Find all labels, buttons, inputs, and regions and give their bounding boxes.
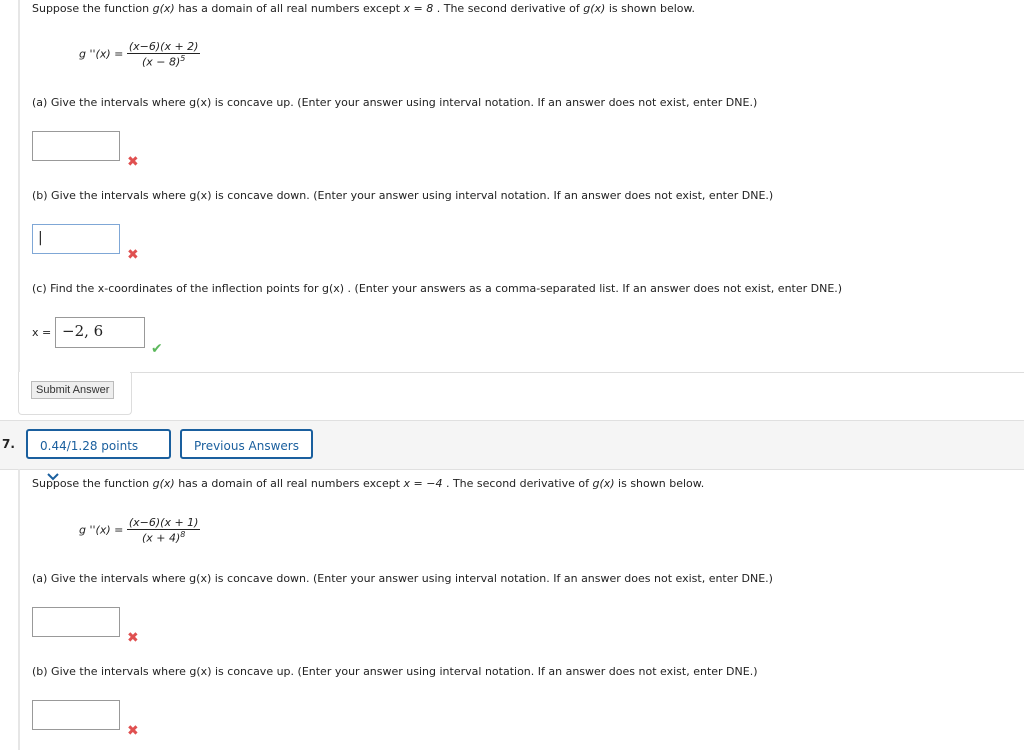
q7-deriv-exponent: 8 bbox=[180, 530, 186, 539]
q6-intro-fn2: g(x) bbox=[583, 2, 606, 15]
q6-part-c-input[interactable]: −2, 6 bbox=[55, 317, 145, 348]
q7-derivative: g ''(x) = (x−6)(x + 1) (x + 4)8 bbox=[79, 516, 201, 545]
q6-part-a-input[interactable] bbox=[32, 131, 120, 161]
q7-deriv-lhs: g ''(x) = bbox=[79, 523, 124, 537]
q7-intro-text-3: . The second derivative of bbox=[442, 477, 593, 490]
q6-intro-text-3: . The second derivative of bbox=[433, 2, 584, 15]
question-number: 7. bbox=[2, 437, 15, 451]
points-dropdown-button[interactable]: 0.44/1.28 points bbox=[26, 429, 171, 480]
q6-part-c-prompt: (c) Find the x-coordinates of the inflec… bbox=[32, 282, 843, 295]
q6-intro-x: x = 8 bbox=[403, 2, 434, 15]
q6-derivative: g ''(x) = (x−6)(x + 2) (x − 8)5 bbox=[79, 40, 201, 69]
q7-intro-fn2: g(x) bbox=[592, 477, 615, 490]
correct-check-icon: ✔ bbox=[151, 341, 163, 357]
q7-part-a-prompt: (a) Give the intervals where g(x) is con… bbox=[32, 572, 773, 585]
q7-intro-text: Suppose the function bbox=[32, 477, 153, 490]
divider bbox=[130, 372, 1024, 373]
q7-intro-fn: g(x) bbox=[152, 477, 175, 490]
q6-part-c-value: −2, 6 bbox=[62, 322, 104, 340]
q6-deriv-fraction: (x−6)(x + 2) (x − 8)5 bbox=[126, 40, 201, 69]
q7-deriv-denominator: (x + 4)8 bbox=[127, 530, 201, 545]
q6-deriv-exponent: 5 bbox=[180, 54, 186, 63]
incorrect-icon: ✖ bbox=[127, 154, 139, 170]
q7-part-b-input[interactable] bbox=[32, 700, 120, 730]
q7-deriv-fraction: (x−6)(x + 1) (x + 4)8 bbox=[126, 516, 201, 545]
q7-intro-text-2: has a domain of all real numbers except bbox=[174, 477, 404, 490]
q7-deriv-den-base: (x + 4) bbox=[141, 531, 181, 545]
q6-deriv-den-base: (x − 8) bbox=[141, 55, 181, 69]
q7-intro: Suppose the function g(x) has a domain o… bbox=[32, 477, 704, 490]
q6-deriv-denominator: (x − 8)5 bbox=[127, 54, 201, 69]
q7-intro-text-4: is shown below. bbox=[614, 477, 705, 490]
q6-intro-fn: g(x) bbox=[152, 2, 175, 15]
points-label: 0.44/1.28 points bbox=[40, 439, 139, 453]
text-cursor: | bbox=[38, 230, 43, 246]
incorrect-icon: ✖ bbox=[127, 247, 139, 263]
q6-part-c-label: x = bbox=[32, 326, 52, 339]
q6-intro-text: Suppose the function bbox=[32, 2, 153, 15]
q6-deriv-numerator: (x−6)(x + 2) bbox=[126, 40, 201, 54]
q6-part-b-prompt: (b) Give the intervals where g(x) is con… bbox=[32, 189, 774, 202]
q7-intro-x: x = −4 bbox=[403, 477, 443, 490]
q6-intro: Suppose the function g(x) has a domain o… bbox=[32, 2, 695, 15]
incorrect-icon: ✖ bbox=[127, 630, 139, 646]
q6-part-b-input[interactable]: | bbox=[32, 224, 120, 254]
q7-part-a-input[interactable] bbox=[32, 607, 120, 637]
q6-part-a-prompt: (a) Give the intervals where g(x) is con… bbox=[32, 96, 758, 109]
q7-part-b-prompt: (b) Give the intervals where g(x) is con… bbox=[32, 665, 758, 678]
incorrect-icon: ✖ bbox=[127, 723, 139, 739]
previous-answers-button[interactable]: Previous Answers bbox=[180, 429, 313, 459]
q7-deriv-numerator: (x−6)(x + 1) bbox=[126, 516, 201, 530]
question-7-panel bbox=[18, 469, 1024, 750]
q6-intro-text-4: is shown below. bbox=[605, 2, 696, 15]
submit-answer-button[interactable]: Submit Answer bbox=[31, 381, 115, 399]
q6-intro-text-2: has a domain of all real numbers except bbox=[174, 2, 404, 15]
q6-deriv-lhs: g ''(x) = bbox=[79, 47, 124, 61]
